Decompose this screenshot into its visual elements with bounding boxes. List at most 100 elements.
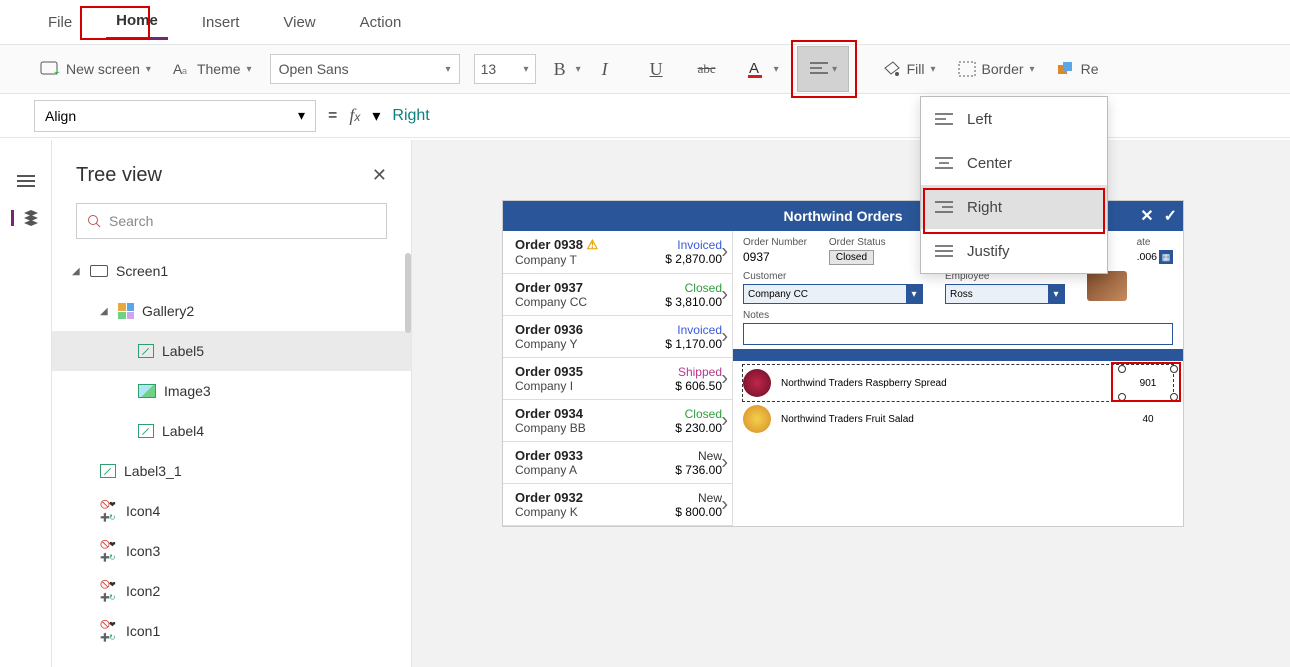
order-row[interactable]: Order 0933Company ANew$ 736.00› (503, 442, 732, 484)
order-row[interactable]: Order 0937Company CCClosed$ 3,810.00› (503, 274, 732, 316)
tree-node-gallery2[interactable]: ◢Gallery2 (52, 291, 411, 331)
order-row[interactable]: Order 0936Company YInvoiced$ 1,170.00› (503, 316, 732, 358)
warning-icon: ⚠ (587, 237, 599, 252)
tree-label: Image3 (164, 383, 211, 399)
align-right-label: Right (967, 199, 1002, 216)
chevron-right-icon: › (721, 283, 728, 306)
close-icon[interactable]: ✕ (372, 165, 387, 186)
search-placeholder: Search (109, 213, 153, 229)
new-screen-button[interactable]: + New screen ▾ (36, 55, 155, 83)
tree-node-label5[interactable]: Label5 (52, 331, 411, 371)
screen-plus-icon: + (40, 61, 60, 77)
cancel-icon[interactable]: ✕ (1140, 206, 1153, 226)
theme-label: Theme (197, 61, 241, 77)
theme-button[interactable]: Aa Theme ▾ (169, 55, 256, 83)
date-field[interactable]: .006▦ (1137, 250, 1173, 264)
left-rail (0, 140, 52, 667)
quantity-label: 40 (1123, 406, 1173, 432)
tree-node-icon3[interactable]: Icon3 (52, 531, 411, 571)
product-thumb (743, 369, 771, 397)
tree-node-icon2[interactable]: Icon2 (52, 571, 411, 611)
fill-icon (881, 60, 901, 78)
tree-node-icon4[interactable]: Icon4 (52, 491, 411, 531)
italic-button[interactable]: I (598, 53, 632, 86)
chevron-down-icon: ▾ (524, 64, 529, 75)
line-item-row[interactable]: Northwind Traders Raspberry Spread 901 (743, 365, 1173, 401)
tree-view-icon[interactable] (11, 210, 40, 226)
tab-file[interactable]: File (38, 6, 82, 39)
gallery-icon (118, 303, 134, 319)
chevron-down-icon: ▾ (832, 64, 837, 75)
chevron-right-icon: › (721, 241, 728, 264)
product-name: Northwind Traders Fruit Salad (781, 414, 1113, 425)
customer-select[interactable]: Company CC▾ (743, 284, 923, 304)
bold-button[interactable]: B▾ (550, 53, 584, 86)
field-label: ate (1137, 237, 1173, 248)
align-icon (808, 60, 830, 78)
theme-icon: Aa (173, 61, 191, 77)
strikethrough-button[interactable]: abc (694, 55, 728, 83)
scrollbar[interactable] (405, 253, 411, 333)
fill-label: Fill (907, 61, 925, 77)
image-icon (138, 384, 156, 398)
order-row[interactable]: Order 0938 ⚠Company TInvoiced$ 2,870.00› (503, 231, 732, 274)
tab-home[interactable]: Home (106, 4, 168, 40)
tree-node-label4[interactable]: Label4 (52, 411, 411, 451)
employee-select[interactable]: Ross▾ (945, 284, 1065, 304)
canvas: Northwind Orders ✕ ✓ Order 0938 ⚠Company… (412, 140, 1290, 667)
employee-avatar (1087, 271, 1127, 301)
hamburger-icon[interactable] (17, 172, 35, 190)
chevron-down-icon: ▾ (1048, 285, 1064, 303)
align-center-label: Center (967, 155, 1012, 172)
tree-node-screen1[interactable]: ◢Screen1 (52, 251, 411, 291)
border-button[interactable]: Border ▾ (954, 55, 1039, 83)
notes-input[interactable] (743, 323, 1173, 345)
align-left-label: Left (967, 111, 992, 128)
label-icon (138, 424, 154, 438)
align-left-item[interactable]: Left (921, 97, 1107, 141)
align-button[interactable]: ▾ (797, 46, 849, 92)
fx-icon: fx (349, 105, 360, 126)
calendar-icon: ▦ (1159, 250, 1173, 264)
field-label: Order Number (743, 237, 807, 248)
align-center-item[interactable]: Center (921, 141, 1107, 185)
font-size-select[interactable]: 13 ▾ (474, 54, 536, 84)
chevron-down-icon: ▾ (146, 64, 151, 75)
order-row[interactable]: Order 0934Company BBClosed$ 230.00› (503, 400, 732, 442)
quantity-value: 901 (1140, 378, 1157, 389)
product-name: Northwind Traders Raspberry Spread (781, 378, 1113, 389)
quantity-value: 40 (1142, 414, 1153, 425)
label-icon (138, 344, 154, 358)
label-icon (100, 464, 116, 478)
order-row[interactable]: Order 0935Company IShipped$ 606.50› (503, 358, 732, 400)
tree-node-image3[interactable]: Image3 (52, 371, 411, 411)
font-select[interactable]: Open Sans ▾ (270, 54, 460, 84)
search-input[interactable]: Search (76, 203, 387, 239)
search-icon (87, 214, 101, 228)
accept-icon[interactable]: ✓ (1164, 206, 1177, 226)
chevron-down-icon[interactable]: ▾ (372, 106, 380, 126)
reorder-button[interactable]: Re (1053, 55, 1103, 83)
fill-button[interactable]: Fill ▾ (877, 54, 940, 84)
align-right-item[interactable]: Right (921, 185, 1107, 229)
tree-node-label3_1[interactable]: Label3_1 (52, 451, 411, 491)
property-select[interactable]: Align ▾ (34, 100, 316, 132)
ribbon: + New screen ▾ Aa Theme ▾ Open Sans ▾ 13… (0, 44, 1290, 94)
field-label: Customer (743, 271, 923, 282)
order-row[interactable]: Order 0932Company KNew$ 800.00› (503, 484, 732, 526)
chevron-right-icon: › (721, 451, 728, 474)
svg-text:a: a (182, 66, 187, 76)
tab-action[interactable]: Action (350, 6, 412, 39)
line-item-row[interactable]: Northwind Traders Fruit Salad 40 (743, 401, 1173, 437)
tree-node-icon1[interactable]: Icon1 (52, 611, 411, 651)
align-justify-item[interactable]: Justify (921, 229, 1107, 273)
border-label: Border (982, 61, 1024, 77)
underline-button[interactable]: U (646, 53, 680, 86)
formula-input[interactable]: Right (392, 107, 429, 125)
tab-view[interactable]: View (273, 6, 325, 39)
items-header-bar (733, 349, 1183, 361)
tab-insert[interactable]: Insert (192, 6, 250, 39)
font-color-button[interactable]: A ▾ (742, 53, 783, 85)
icons-icon (100, 502, 118, 520)
quantity-label-selected[interactable]: 901 (1123, 370, 1173, 396)
